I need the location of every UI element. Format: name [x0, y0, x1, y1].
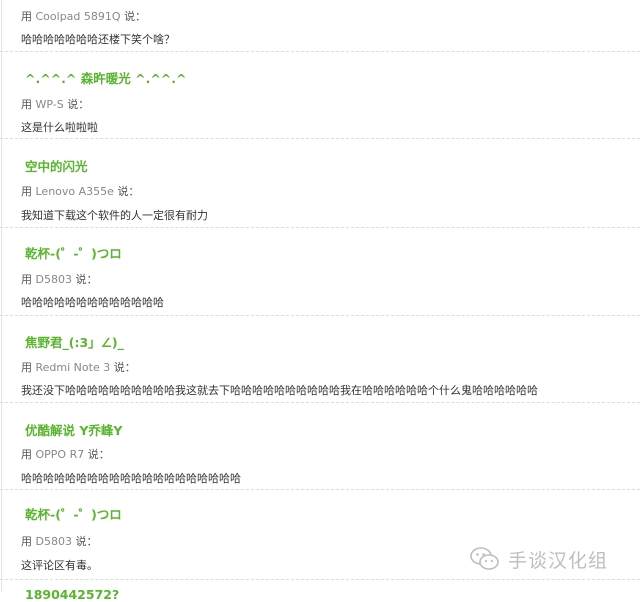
commenter-name[interactable]: ^.^^.^ 森旿暖光 ^.^^.^ [25, 68, 187, 87]
comment-item: 1890442572? [0, 580, 640, 602]
comment-meta: 用 Lenovo A355e 说： [21, 183, 139, 199]
comment-text: 这是什么啦啦啦 [21, 121, 98, 134]
meta-prefix: 用 [21, 10, 32, 23]
watermark-text: 手谈汉化组 [508, 549, 609, 572]
comment-meta: 用 D5803 说： [21, 533, 97, 549]
device-name: WP-S [35, 98, 64, 111]
comment-item: 优酷解说 Y乔峰Y 用 OPPO R7 说： 哈哈哈哈哈哈哈哈哈哈哈哈哈哈哈哈哈… [0, 403, 640, 490]
comment-meta: 用 D5803 说： [21, 271, 97, 287]
meta-suffix: 说： [113, 361, 136, 374]
comment-text: 哈哈哈哈哈哈哈哈哈哈哈哈哈 [21, 296, 164, 309]
comment-meta: 用 WP-S 说： [21, 96, 89, 112]
comment-text: 哈哈哈哈哈哈哈还楼下笑个啥？ [21, 33, 175, 46]
commenter-name[interactable]: 空中的闪光 [25, 156, 88, 175]
meta-suffix: 说： [87, 448, 110, 461]
comment-meta: 用 Coolpad 5891Q 说： [21, 8, 146, 24]
comment-item: 空中的闪光 用 Lenovo A355e 说： 我知道下载这个软件的人一定很有耐… [0, 139, 640, 228]
comment-item: 用 Coolpad 5891Q 说： 哈哈哈哈哈哈哈还楼下笑个啥？ [0, 0, 640, 52]
meta-prefix: 用 [21, 535, 32, 548]
meta-suffix: 说： [124, 10, 147, 23]
comment-text: 我知道下载这个软件的人一定很有耐力 [21, 209, 208, 222]
comment-text: 这评论区有毒。 [21, 559, 98, 572]
meta-suffix: 说： [117, 185, 140, 198]
device-name: OPPO R7 [35, 448, 85, 461]
watermark: 手谈汉化组 [470, 544, 608, 574]
comment-meta: 用 Redmi Note 3 说： [21, 359, 136, 375]
meta-prefix: 用 [21, 98, 32, 111]
device-name: D5803 [35, 273, 72, 286]
commenter-name[interactable]: 乾杯-(゜-゜)つロ [25, 243, 122, 262]
device-name: Lenovo A355e [35, 185, 114, 198]
meta-suffix: 说： [75, 273, 98, 286]
meta-suffix: 说： [67, 98, 90, 111]
device-name: Coolpad 5891Q [35, 10, 121, 23]
comment-text: 哈哈哈哈哈哈哈哈哈哈哈哈哈哈哈哈哈哈哈哈 [21, 472, 241, 485]
meta-prefix: 用 [21, 273, 32, 286]
commenter-name[interactable]: 1890442572? [25, 587, 119, 602]
meta-prefix: 用 [21, 361, 32, 374]
comment-text: 我还没下哈哈哈哈哈哈哈哈哈哈我这就去下哈哈哈哈哈哈哈哈哈哈我在哈哈哈哈哈哈个什么… [21, 384, 538, 397]
meta-prefix: 用 [21, 448, 32, 461]
comment-item: ^.^^.^ 森旿暖光 ^.^^.^ 用 WP-S 说： 这是什么啦啦啦 [0, 52, 640, 139]
device-name: Redmi Note 3 [35, 361, 111, 374]
comment-item: 焦野君_(:3」∠)_ 用 Redmi Note 3 说： 我还没下哈哈哈哈哈哈… [0, 316, 640, 403]
meta-prefix: 用 [21, 185, 32, 198]
comment-list: 用 Coolpad 5891Q 说： 哈哈哈哈哈哈哈还楼下笑个啥？ ^.^^.^… [0, 0, 640, 602]
meta-suffix: 说： [75, 535, 98, 548]
wechat-icon [470, 547, 499, 570]
comment-meta: 用 OPPO R7 说： [21, 446, 110, 462]
device-name: D5803 [35, 535, 72, 548]
commenter-name[interactable]: 焦野君_(:3」∠)_ [25, 332, 124, 351]
commenter-name[interactable]: 乾杯-(゜-゜)つロ [25, 504, 122, 523]
commenter-name[interactable]: 优酷解说 Y乔峰Y [25, 420, 122, 439]
comment-item: 乾杯-(゜-゜)つロ 用 D5803 说： 哈哈哈哈哈哈哈哈哈哈哈哈哈 [0, 228, 640, 316]
